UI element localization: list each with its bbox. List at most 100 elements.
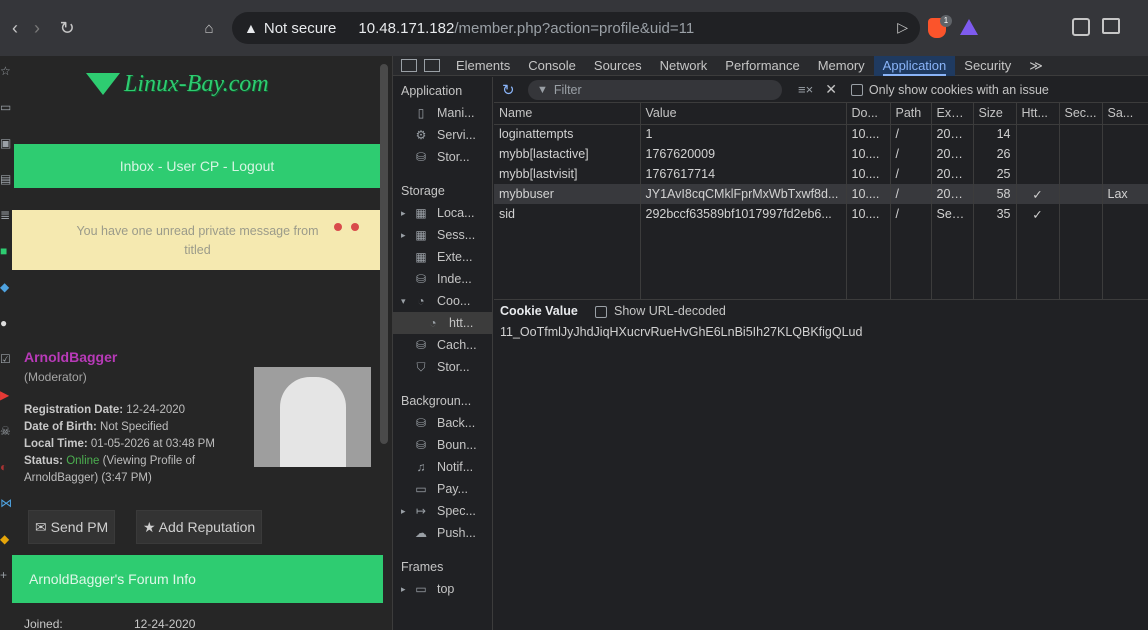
show-url-decoded-checkbox[interactable]	[595, 306, 607, 318]
delete-icon[interactable]: ✕	[825, 81, 837, 98]
tab-security[interactable]: Security	[955, 56, 1020, 76]
bell-icon: ♫	[416, 460, 426, 474]
filter-input[interactable]: ▼ Filter	[528, 79, 782, 100]
table-row[interactable]: mybb[lastactive] 1767620009 10..../202... 2…	[494, 144, 1148, 164]
profile-role: (Moderator)	[24, 370, 87, 384]
section-storage: Storage	[401, 184, 445, 198]
dismiss-icon[interactable]	[334, 223, 342, 231]
tree-storage[interactable]: ⛁ Stor...	[413, 146, 470, 168]
table-row[interactable]: mybb[lastvisit] 1767617714 10..../202... 25	[494, 164, 1148, 184]
tree-speculative-loads[interactable]: ▸ ↦ Spec...	[401, 500, 476, 522]
col-samesite[interactable]: Sa...	[1102, 103, 1148, 125]
tree-bounce-tracking[interactable]: ⛁ Boun...	[413, 434, 477, 456]
avatar	[254, 367, 371, 467]
card-icon: ▭	[415, 482, 427, 496]
profile-name[interactable]: ArnoldBagger	[24, 349, 117, 365]
browser-toolbar: ‹ › ↻ ⌂ ▲ Not secure 10.48.171.182/membe…	[0, 0, 1148, 56]
only-issues-checkbox[interactable]	[850, 83, 863, 96]
tab-console[interactable]: Console	[519, 56, 585, 76]
filter-icon: ▼	[537, 83, 548, 96]
tree-cookie-origin[interactable]: ◔ htt...	[393, 312, 492, 334]
table-row[interactable]: sid 292bccf63589bf1017997fd2eb6... 10.... /…	[494, 204, 1148, 224]
page-scrollbar[interactable]	[380, 64, 388, 444]
table-header-row: Name Value Do... Path Exp... Size Htt...…	[494, 103, 1148, 125]
database-icon: ⛁	[415, 438, 427, 452]
col-value[interactable]: Value	[640, 103, 847, 125]
tree-cookies[interactable]: ▾ ◔ Coo...	[401, 290, 470, 312]
url-text[interactable]: 10.48.171.182/member.php?action=profile&…	[358, 20, 694, 37]
tree-session-storage[interactable]: ▸ ▦ Sess...	[401, 224, 475, 246]
inspect-icon[interactable]	[401, 59, 417, 72]
security-label[interactable]: Not secure	[264, 20, 337, 37]
cookie-value-text[interactable]: 11_OoTfmlJyJhdJiqHXucrvRueHvGhE6LnBi5Ih2…	[500, 325, 862, 339]
reload-icon[interactable]: ↻	[52, 13, 82, 43]
tree-back-forward-cache[interactable]: ⛁ Back...	[413, 412, 475, 434]
col-secure[interactable]: Sec...	[1059, 103, 1103, 125]
app-icon-3[interactable]: ●	[0, 316, 16, 330]
only-issues-label: Only show cookies with an issue	[868, 82, 1049, 97]
tab-performance[interactable]: Performance	[716, 56, 808, 76]
bookmark-icon[interactable]: ⌂	[194, 13, 224, 43]
database-icon: ⛁	[415, 150, 427, 164]
clear-filtered-icon[interactable]: ≡×	[798, 82, 813, 97]
tab-network[interactable]: Network	[651, 56, 717, 76]
dismiss-icon-2[interactable]	[351, 223, 359, 231]
media-icon[interactable]	[1102, 18, 1120, 34]
local-time-row: Local Time: 01-05-2026 at 03:48 PM	[24, 438, 215, 450]
tab-application[interactable]: Application	[873, 55, 956, 76]
refresh-icon[interactable]: ↻	[502, 81, 518, 99]
skull-icon[interactable]: ☠	[0, 424, 16, 438]
col-httponly[interactable]: Htt...	[1016, 103, 1060, 125]
tree-push-messaging[interactable]: ☁ Push...	[413, 522, 476, 544]
tree-frame-top[interactable]: ▸ ▭ top	[401, 578, 454, 600]
col-size[interactable]: Size	[973, 103, 1017, 125]
tab-sources[interactable]: Sources	[585, 56, 651, 76]
cookie-value-pane: Cookie Value Show URL-decoded 11_OoTfmlJ…	[494, 299, 1148, 630]
add-reputation-button[interactable]: ★ Add Reputation	[136, 510, 263, 544]
tree-notifications[interactable]: ♫ Notif...	[413, 456, 474, 478]
rewards-icon[interactable]	[960, 19, 978, 35]
device-toggle-icon[interactable]	[424, 59, 440, 72]
tree-storage-buckets[interactable]: ⛉ Stor...	[413, 356, 469, 378]
send-pm-button[interactable]: ✉ Send PM	[28, 510, 116, 544]
frame-icon: ▭	[415, 582, 427, 596]
gear-icon: ⚙	[415, 128, 427, 142]
col-expires[interactable]: Exp...	[931, 103, 974, 125]
registration-row: Registration Date: 12-24-2020	[24, 404, 186, 416]
devtools-panel: Elements Console Sources Network Perform…	[392, 55, 1148, 630]
tree-extension-storage[interactable]: ▦ Exte...	[413, 246, 472, 268]
tree-local-storage[interactable]: ▸ ▦ Loca...	[401, 202, 475, 224]
app-icon-4[interactable]: ◐	[0, 460, 16, 474]
tab-elements[interactable]: Elements	[447, 56, 519, 76]
extensions-icon[interactable]	[1072, 18, 1090, 36]
table-row-selected[interactable]: mybbuser JY1AvI8cqCMklFprMxWbTxwf8d... 10.…	[494, 184, 1148, 204]
share-icon[interactable]: ⋈	[0, 496, 16, 510]
app-icon-2[interactable]: ◆	[0, 280, 16, 294]
check-icon[interactable]: ☑	[0, 352, 16, 366]
devtools-tabbar: Elements Console Sources Network Perform…	[393, 55, 1148, 76]
youtube-icon[interactable]: ▶	[0, 388, 16, 402]
app-icon-5[interactable]: ◆	[0, 532, 16, 546]
site-logo[interactable]: Linux-Bay.com	[86, 68, 286, 100]
pm-notice[interactable]: You have one unread private message from…	[12, 210, 383, 270]
status-row-cont: ArnoldBagger) (3:47 PM)	[24, 472, 152, 484]
tree-service-workers[interactable]: ⚙ Servi...	[413, 124, 476, 146]
col-domain[interactable]: Do...	[846, 103, 891, 125]
star-icon[interactable]: ☆	[0, 64, 16, 78]
forward-icon[interactable]: ›	[22, 13, 52, 43]
tree-manifest[interactable]: ▯ Mani...	[413, 102, 475, 124]
address-bar[interactable]: ▲ Not secure 10.48.171.182/member.php?ac…	[232, 12, 920, 44]
card-icon[interactable]: ▭	[0, 100, 16, 114]
table-row[interactable]: loginattempts 1 10..../202... 14	[494, 124, 1148, 144]
pm-notice-title: titled	[184, 243, 211, 257]
more-tabs-icon[interactable]: ≫	[1020, 56, 1052, 76]
tree-cache-storage[interactable]: ⛁ Cach...	[413, 334, 477, 356]
play-icon[interactable]: ▷	[897, 19, 908, 36]
col-path[interactable]: Path	[890, 103, 932, 125]
tree-payment-handler[interactable]: ▭ Pay...	[413, 478, 468, 500]
col-name[interactable]: Name	[494, 103, 641, 125]
pm-notice-text: You have one unread private message from	[76, 224, 319, 238]
tree-indexeddb[interactable]: ⛁ Inde...	[413, 268, 472, 290]
tab-memory[interactable]: Memory	[809, 56, 874, 76]
user-navbar[interactable]: Inbox - User CP - Logout	[14, 144, 380, 188]
